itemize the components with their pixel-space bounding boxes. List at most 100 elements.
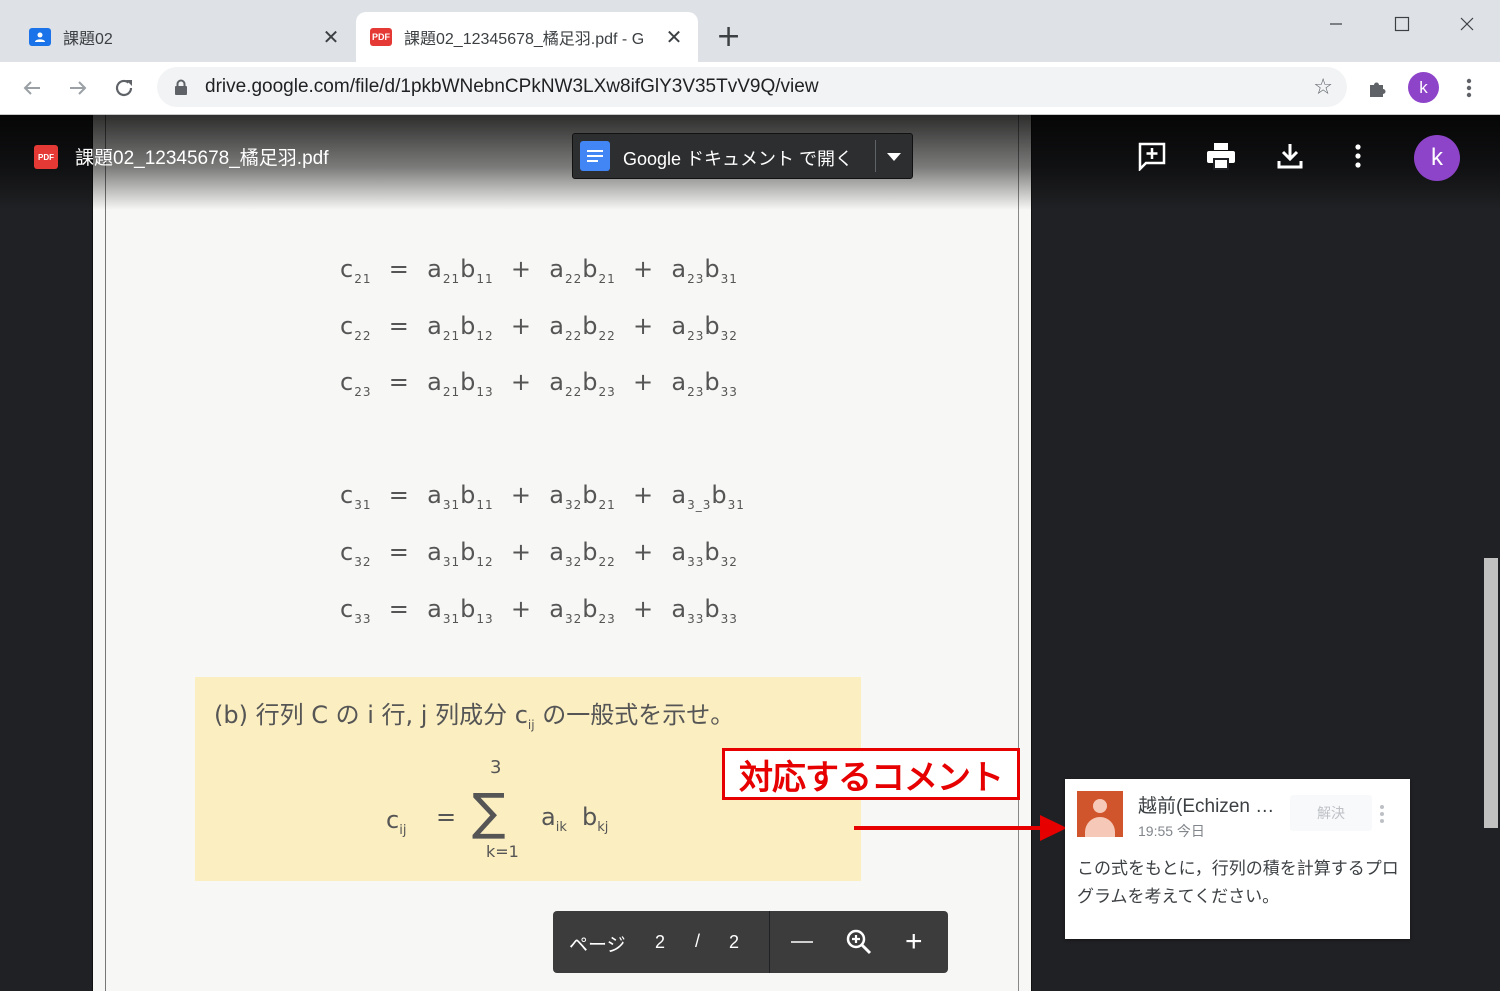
- current-page-input[interactable]: 2: [655, 932, 665, 953]
- b-subscript: 31: [727, 497, 745, 512]
- lhs-subscript: 22: [354, 328, 372, 343]
- b-subscript: 33: [720, 384, 738, 399]
- pdf-viewer: c21 = a21b11 + a22b21 + a23b31 c22 = a21b…: [0, 115, 1500, 991]
- total-pages: 2: [729, 932, 740, 952]
- a-subscript: 21: [442, 384, 461, 399]
- window-close-button[interactable]: [1447, 10, 1487, 38]
- page-border: [105, 115, 106, 991]
- b-term: b: [704, 595, 721, 623]
- zoom-out-icon[interactable]: [791, 941, 813, 943]
- add-comment-button[interactable]: [1135, 139, 1169, 173]
- plus-sign: +: [615, 595, 672, 623]
- comment-card[interactable]: 越前(Echizen … 19:55 今日 解決 この式をもとに，行列の積を計算…: [1065, 779, 1410, 939]
- commenter-avatar: [1077, 791, 1123, 837]
- page-label: ページ: [569, 935, 626, 956]
- equation-row: c31 = a31b11 + a32b21 + a3_3b31: [340, 481, 745, 512]
- profile-avatar[interactable]: k: [1408, 72, 1439, 103]
- a-term: a: [671, 312, 688, 340]
- annotation-label: 対応するコメント: [722, 748, 1020, 800]
- tab-strip: 課題02 ✕ PDF 課題02_12345678_橘足羽.pdf - G ✕ +: [0, 0, 1500, 62]
- bookmark-star-icon[interactable]: ☆: [1313, 75, 1333, 100]
- b-term: b: [582, 595, 599, 623]
- close-icon[interactable]: ✕: [321, 25, 341, 49]
- sigma-icon: ∑: [472, 783, 506, 841]
- close-icon[interactable]: ✕: [664, 25, 684, 49]
- equation-row: c33 = a31b13 + a32b23 + a33b33: [340, 595, 738, 626]
- account-avatar[interactable]: k: [1414, 135, 1460, 181]
- plus-sign: +: [493, 368, 550, 396]
- lhs-term: c: [340, 538, 355, 566]
- page-controls: ページ 2 / 2 +: [553, 911, 948, 973]
- open-with-label: Google ドキュメント で開く: [623, 149, 854, 169]
- equals-sign: =: [371, 595, 428, 623]
- download-button[interactable]: [1273, 139, 1307, 173]
- b-subscript: 32: [720, 554, 738, 569]
- b-term: b: [582, 255, 599, 283]
- sum-lower-limit: k=1: [486, 842, 519, 861]
- b-term: b: [704, 368, 721, 396]
- reload-button[interactable]: [108, 72, 140, 104]
- b-subscript: 22: [598, 328, 616, 343]
- pdf-icon: PDF: [34, 145, 58, 169]
- tab-title: 課題02: [63, 31, 113, 48]
- plus-sign: +: [615, 538, 672, 566]
- more-options-button[interactable]: [1341, 139, 1375, 173]
- a-term: a: [427, 481, 443, 509]
- b-subscript: 23: [598, 611, 616, 626]
- equals-sign: =: [371, 538, 428, 566]
- b-subscript: 23: [598, 384, 616, 399]
- b-subscript: 12: [476, 554, 494, 569]
- formula-b-term: bkj: [582, 803, 608, 835]
- resolve-button[interactable]: 解決: [1290, 795, 1372, 831]
- plus-sign: +: [493, 312, 550, 340]
- a-term: a: [549, 538, 565, 566]
- equals-sign: =: [436, 803, 457, 831]
- b-subscript: 32: [720, 328, 738, 343]
- google-docs-icon: [580, 141, 610, 171]
- a-term: a: [427, 312, 443, 340]
- b-subscript: 13: [476, 611, 494, 626]
- maximize-button[interactable]: [1382, 10, 1422, 38]
- b-term: b: [460, 368, 477, 396]
- b-term: b: [460, 481, 477, 509]
- a-subscript: 21: [442, 271, 461, 286]
- extensions-button[interactable]: [1362, 72, 1394, 104]
- lhs-term: c: [340, 368, 355, 396]
- address-bar[interactable]: drive.google.com/file/d/1pkbWNebnCPkNW3L…: [157, 67, 1347, 107]
- b-subscript: 22: [598, 554, 616, 569]
- dropdown-caret-icon[interactable]: [887, 153, 901, 161]
- scrollbar-thumb[interactable]: [1484, 558, 1498, 828]
- b-subscript: 31: [720, 271, 738, 286]
- a-term: a: [549, 368, 565, 396]
- tab-pdf[interactable]: PDF 課題02_12345678_橘足羽.pdf - G ✕: [356, 12, 698, 62]
- a-subscript: 31: [442, 554, 461, 569]
- forward-button[interactable]: [62, 72, 94, 104]
- zoom-icon[interactable]: [845, 928, 873, 956]
- browser-menu-button[interactable]: [1453, 72, 1485, 104]
- arrow-left-icon: [23, 81, 40, 95]
- equation-row: c23 = a21b13 + a22b23 + a23b33: [340, 368, 738, 399]
- lock-icon: [175, 79, 187, 95]
- open-with-docs-button[interactable]: Google ドキュメント で開く: [572, 133, 913, 179]
- lhs-term: c: [340, 255, 355, 283]
- a-term: a: [671, 255, 688, 283]
- kebab-menu-icon: [1466, 78, 1472, 98]
- b-term: b: [460, 255, 477, 283]
- back-button[interactable]: [16, 72, 48, 104]
- lhs-symbol: c: [386, 806, 400, 834]
- tab-classroom[interactable]: 課題02 ✕: [15, 12, 355, 62]
- minimize-button[interactable]: [1316, 10, 1356, 38]
- b-term: b: [704, 255, 721, 283]
- lhs-subscript: 33: [354, 611, 372, 626]
- comment-more-icon[interactable]: [1378, 805, 1386, 826]
- plus-sign: +: [615, 255, 672, 283]
- print-button[interactable]: [1204, 139, 1238, 173]
- lhs-term: c: [340, 595, 355, 623]
- b-term: b: [460, 312, 477, 340]
- b-term: b: [582, 312, 599, 340]
- zoom-in-icon[interactable]: +: [905, 927, 923, 957]
- b-subscript: 11: [476, 271, 494, 286]
- new-tab-button[interactable]: +: [716, 20, 741, 54]
- a-symbol: a: [541, 803, 556, 831]
- equals-sign: =: [371, 368, 428, 396]
